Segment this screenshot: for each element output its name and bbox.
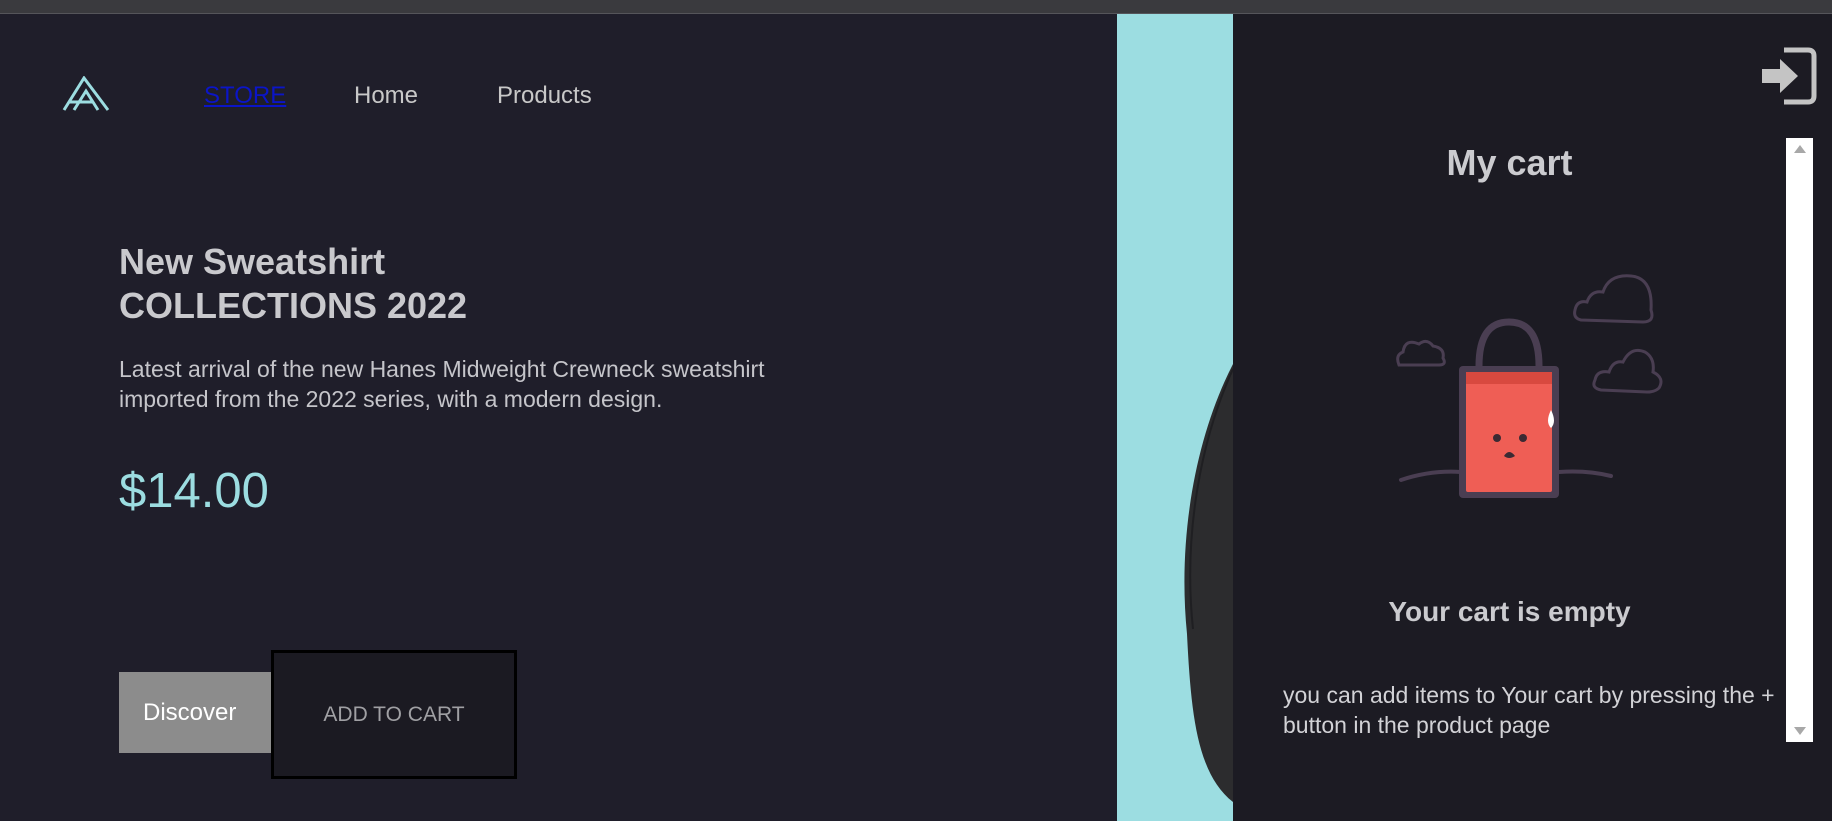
- discover-button[interactable]: Discover: [119, 672, 271, 753]
- sad-shopping-bag-icon: [1391, 260, 1691, 510]
- hero-title: New Sweatshirt COLLECTIONS 2022: [119, 240, 467, 328]
- add-to-cart-button[interactable]: ADD TO CART: [271, 650, 517, 779]
- browser-top-bar: [0, 0, 1832, 14]
- product-price: $14.00: [119, 464, 269, 518]
- empty-cart-message: you can add items to Your cart by pressi…: [1283, 682, 1775, 738]
- empty-cart-title: Your cart is empty: [1388, 596, 1631, 627]
- hero-title-line1: New Sweatshirt: [119, 241, 386, 282]
- nav-link-products[interactable]: Products: [497, 82, 592, 110]
- cart-scrollbar[interactable]: [1786, 138, 1813, 742]
- sign-out-icon[interactable]: [1758, 46, 1818, 106]
- cart-content[interactable]: My cart Your cart is empty you can add i…: [1233, 138, 1786, 742]
- cart-title: My cart: [1446, 142, 1573, 183]
- hero-description: Latest arrival of the new Hanes Midweigh…: [119, 356, 765, 412]
- hero-title-line2: COLLECTIONS 2022: [119, 285, 468, 326]
- brand-logo-icon[interactable]: [62, 75, 110, 112]
- scroll-up-arrow-icon[interactable]: [1786, 142, 1813, 156]
- nav-link-store[interactable]: STORE: [204, 82, 286, 110]
- product-image: [1117, 14, 1233, 821]
- nav-link-home[interactable]: Home: [354, 82, 418, 110]
- scroll-down-arrow-icon[interactable]: [1786, 724, 1813, 738]
